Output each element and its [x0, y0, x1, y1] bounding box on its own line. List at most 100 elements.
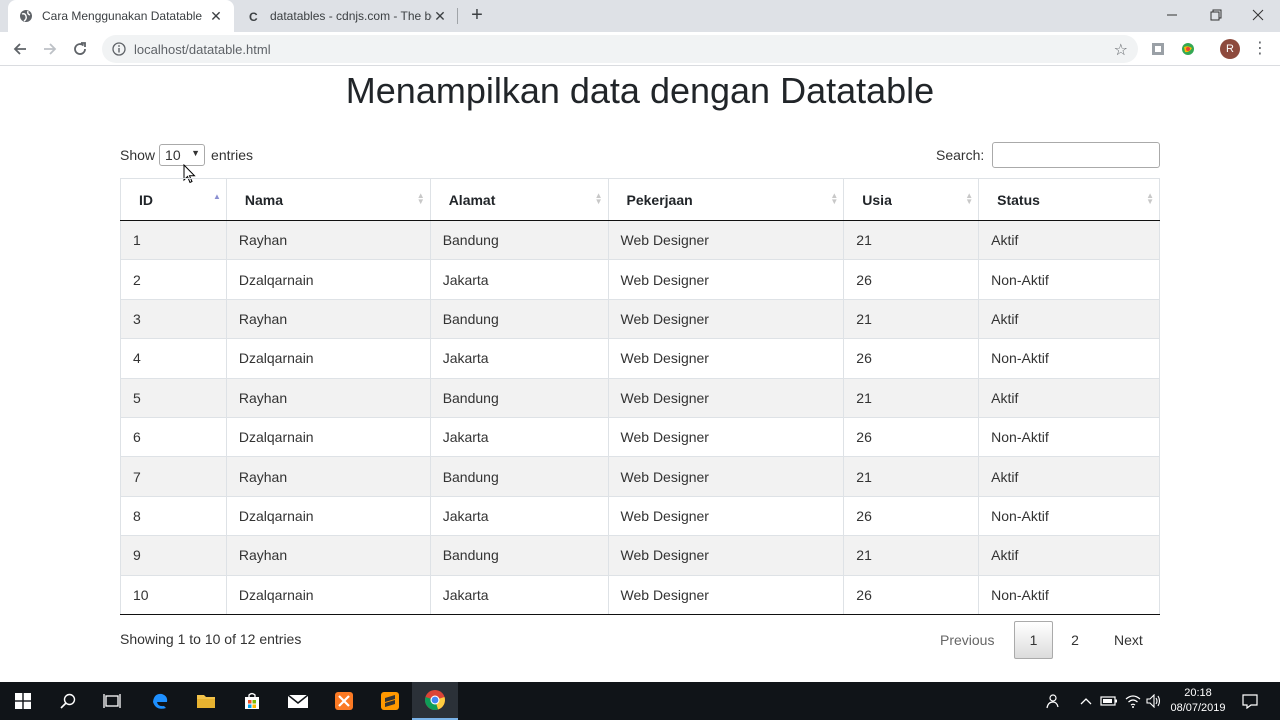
- pagination-page-2-button[interactable]: 2: [1056, 621, 1094, 659]
- extension-globe-icon[interactable]: [1178, 39, 1198, 59]
- xampp-icon[interactable]: [321, 682, 367, 720]
- cdnjs-favicon-icon: C: [246, 8, 262, 24]
- sort-both-icon: ▲ ▼: [594, 191, 603, 206]
- cell-pekerjaan: Web Designer: [607, 495, 844, 536]
- column-header-id[interactable]: ID ▲: [120, 178, 227, 221]
- column-header-nama[interactable]: Nama ▲ ▼: [225, 178, 431, 221]
- cell-status: Non-Aktif: [978, 338, 1160, 379]
- cell-id: 4: [120, 338, 227, 379]
- bookmark-star-icon[interactable]: ☆: [1114, 40, 1128, 60]
- restore-button[interactable]: [1194, 0, 1238, 30]
- windows-start-icon[interactable]: [0, 682, 46, 720]
- arrow-left-icon: [13, 43, 26, 55]
- cell-status: Aktif: [978, 298, 1160, 339]
- close-tab-icon[interactable]: ✕: [432, 8, 448, 24]
- taskbar-clock[interactable]: 20:18 08/07/2019: [1160, 686, 1236, 716]
- tab-cdnjs[interactable]: C datatables - cdnjs.com - The bes ✕: [236, 0, 458, 32]
- cell-status: Aktif: [978, 219, 1160, 260]
- column-header-label: Nama: [244, 191, 284, 208]
- cell-usia: 21: [843, 377, 979, 418]
- cell-alamat: Bandung: [429, 535, 609, 576]
- minimize-button[interactable]: [1150, 0, 1194, 30]
- battery-icon[interactable]: [1098, 682, 1120, 720]
- column-header-label: Alamat: [448, 191, 496, 208]
- menu-icon[interactable]: ⋮: [1252, 39, 1268, 59]
- column-header-usia[interactable]: Usia ▲ ▼: [843, 178, 979, 221]
- cell-status: Non-Aktif: [978, 259, 1160, 300]
- cell-alamat: Jakarta: [429, 495, 609, 536]
- reload-button[interactable]: [67, 36, 93, 62]
- table-row: 9 Rayhan Bandung Web Designer 21 Aktif: [120, 535, 1160, 576]
- cell-nama: Rayhan: [225, 456, 431, 497]
- back-button[interactable]: [7, 36, 33, 62]
- cell-id: 6: [120, 416, 227, 457]
- new-tab-button[interactable]: +: [466, 4, 488, 26]
- data-table: ID ▲ Nama ▲ ▼ Alamat ▲ ▼ Pekerjaan ▲ ▼ Usia ▲ ▼ S…: [120, 178, 1160, 615]
- cell-pekerjaan: Web Designer: [607, 298, 844, 339]
- reload-icon: [74, 42, 86, 55]
- column-header-label: Status: [997, 191, 1040, 208]
- search-input[interactable]: [992, 142, 1161, 168]
- store-icon[interactable]: [229, 682, 275, 720]
- cell-nama: Dzalqarnain: [225, 259, 431, 300]
- page-title: Menampilkan data dengan Datatable: [345, 70, 935, 111]
- entries-select[interactable]: 10 ▼: [159, 144, 206, 166]
- file-explorer-icon[interactable]: [183, 682, 229, 720]
- search-icon[interactable]: [45, 682, 91, 720]
- cell-id: 8: [120, 495, 227, 536]
- table-header-row: ID ▲ Nama ▲ ▼ Alamat ▲ ▼ Pekerjaan ▲ ▼ Usia ▲ ▼ S…: [120, 178, 1160, 221]
- task-view-icon[interactable]: [89, 682, 135, 720]
- wifi-icon[interactable]: [1122, 682, 1144, 720]
- cell-pekerjaan: Web Designer: [607, 377, 844, 418]
- arrow-right-icon: [44, 43, 57, 55]
- chevron-up-icon[interactable]: [1076, 682, 1096, 720]
- cell-usia: 26: [843, 574, 979, 615]
- column-header-status[interactable]: Status ▲ ▼: [978, 178, 1160, 221]
- length-label-before: Show: [120, 147, 156, 163]
- pagination-next-button[interactable]: Next: [1104, 621, 1153, 659]
- close-tab-icon[interactable]: ✕: [208, 8, 224, 24]
- column-header-label: Usia: [862, 191, 892, 208]
- cell-usia: 21: [843, 535, 979, 576]
- entries-select-value: 10: [165, 147, 181, 163]
- profile-avatar[interactable]: R: [1220, 39, 1240, 59]
- table-row: 3 Rayhan Bandung Web Designer 21 Aktif: [120, 298, 1160, 339]
- browser-tabstrip: Cara Menggunakan Datatable ✕ C datatable…: [0, 0, 1280, 32]
- cell-usia: 21: [843, 298, 979, 339]
- notification-icon[interactable]: [1238, 682, 1262, 720]
- address-bar[interactable]: localhost/datatable.html ☆: [102, 35, 1138, 63]
- cell-status: Non-Aktif: [978, 416, 1160, 457]
- pagination-page-1-button[interactable]: 1: [1014, 621, 1053, 659]
- close-window-button[interactable]: [1236, 0, 1280, 30]
- cell-pekerjaan: Web Designer: [607, 338, 844, 379]
- mail-icon[interactable]: [275, 682, 321, 720]
- clock-date: 08/07/2019: [1170, 702, 1226, 714]
- info-icon[interactable]: [112, 42, 126, 56]
- table-row: 5 Rayhan Bandung Web Designer 21 Aktif: [120, 377, 1160, 418]
- cell-status: Aktif: [978, 535, 1160, 576]
- extension-icon[interactable]: [1148, 39, 1168, 59]
- forward-button[interactable]: [37, 36, 63, 62]
- dropdown-arrow-icon: ▼: [191, 148, 201, 158]
- tab-datatable[interactable]: Cara Menggunakan Datatable ✕: [8, 0, 234, 32]
- column-header-alamat[interactable]: Alamat ▲ ▼: [429, 178, 609, 221]
- cell-alamat: Jakarta: [429, 574, 609, 615]
- cell-pekerjaan: Web Designer: [607, 456, 844, 497]
- cell-alamat: Bandung: [429, 298, 609, 339]
- chrome-icon[interactable]: [412, 682, 458, 720]
- cell-status: Aktif: [978, 456, 1160, 497]
- cell-id: 1: [120, 219, 227, 260]
- cell-nama: Dzalqarnain: [225, 416, 431, 457]
- edge-browser-icon[interactable]: [137, 682, 183, 720]
- people-icon[interactable]: [1040, 682, 1064, 720]
- cell-id: 2: [120, 259, 227, 300]
- cell-status: Aktif: [978, 377, 1160, 418]
- cell-alamat: Jakarta: [429, 259, 609, 300]
- table-row: 2 Dzalqarnain Jakarta Web Designer 26 Non-Akt…: [120, 259, 1160, 300]
- column-header-pekerjaan[interactable]: Pekerjaan ▲ ▼: [607, 178, 844, 221]
- pagination-previous-button[interactable]: Previous: [930, 621, 1004, 659]
- table-info-text: Showing 1 to 10 of 12 entries: [120, 631, 302, 647]
- cell-id: 7: [120, 456, 227, 497]
- cell-pekerjaan: Web Designer: [607, 535, 844, 576]
- sublime-text-icon[interactable]: [367, 682, 413, 720]
